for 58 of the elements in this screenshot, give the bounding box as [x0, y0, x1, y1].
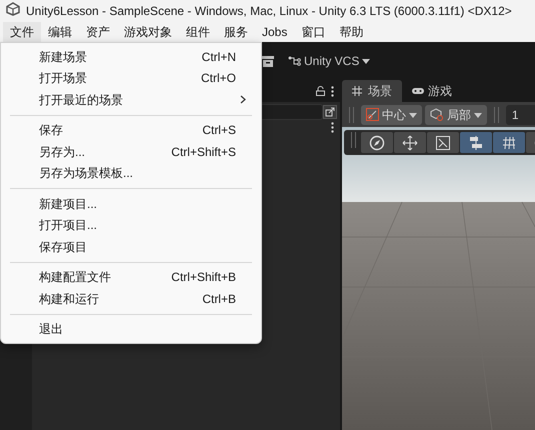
cube-icon [430, 108, 444, 122]
menu-item[interactable]: 组件 [179, 22, 217, 42]
move-icon [402, 134, 418, 150]
menu-item[interactable]: 文件 [3, 22, 41, 42]
menu-item[interactable]: 构建配置文件 [39, 268, 111, 286]
archive-icon[interactable] [262, 56, 274, 66]
shortcut-label: Ctrl+O [200, 70, 236, 88]
unity-logo-icon [6, 2, 20, 16]
menu-item[interactable]: 服务 [217, 22, 255, 42]
shortcut-label: Ctrl+Shift+B [171, 269, 236, 286]
gamepad-icon [412, 86, 424, 96]
menu-item[interactable]: 资产 [79, 22, 117, 42]
shortcut-label: Ctrl+Shift+S [171, 144, 236, 161]
menu-item[interactable]: 帮助 [332, 22, 370, 42]
menu-item[interactable]: 构建和运行 [39, 290, 99, 308]
popout-icon[interactable] [323, 105, 337, 119]
view-tool-button[interactable] [361, 132, 393, 153]
more-options-icon[interactable] [331, 86, 334, 96]
menu-item[interactable]: 保存 [39, 121, 63, 140]
shortcut-label: Ctrl+B [202, 290, 236, 308]
space-dropdown[interactable]: 局部 [424, 104, 487, 124]
pivot-icon [366, 108, 379, 121]
tab[interactable]: 游戏 [402, 80, 462, 102]
move-tool-button[interactable] [394, 132, 426, 153]
chevron-right-icon [240, 95, 246, 104]
rotate-icon [435, 134, 451, 150]
menu-item[interactable]: 新建项目... [39, 194, 98, 213]
menu-item[interactable]: Jobs [255, 22, 294, 42]
view-icon [369, 134, 385, 150]
menu-item[interactable]: 打开场景 [39, 69, 87, 88]
menu-item[interactable]: 窗口 [294, 22, 332, 42]
menu-item[interactable]: 新建场景 [39, 48, 87, 66]
caret-icon [408, 112, 417, 118]
menu-item[interactable]: 另存为... [39, 142, 86, 161]
grid-icon [352, 86, 364, 96]
menu-item[interactable]: 另存为场景模板... [39, 164, 134, 182]
submenu-item[interactable]: 打开最近的场景 [39, 90, 123, 109]
menu-item[interactable]: 退出 [39, 320, 63, 338]
caret-icon [362, 59, 370, 64]
tab[interactable]: 场景 [342, 80, 402, 102]
branch-icon [288, 56, 301, 66]
caret-icon [474, 112, 482, 118]
window-title: Unity6Lesson - SampleScene - Windows, Mac, Linux - Unity 6.3 LTS (6000.3.11f1) <DX12> [26, 3, 512, 20]
menu-item[interactable]: 打开项目... [39, 216, 98, 234]
pivot-dropdown[interactable]: 中心 [360, 104, 422, 124]
menu-item[interactable]: 编辑 [41, 22, 79, 42]
grid-size-field[interactable]: 1 [506, 104, 535, 124]
lock-icon[interactable] [316, 86, 325, 96]
menu-item[interactable]: 游戏对象 [117, 22, 179, 42]
vcs-dropdown[interactable]: Unity VCS [288, 52, 370, 70]
rect-icon [501, 134, 517, 150]
scale-icon [468, 134, 484, 150]
rotate-tool-button[interactable] [427, 132, 459, 153]
menu-item[interactable]: 保存项目 [39, 238, 87, 256]
shortcut-label: Ctrl+S [202, 122, 236, 140]
scale-tool-button[interactable] [460, 132, 492, 153]
shortcut-label: Ctrl+N [202, 48, 236, 66]
rect-tool-button[interactable] [493, 132, 525, 153]
